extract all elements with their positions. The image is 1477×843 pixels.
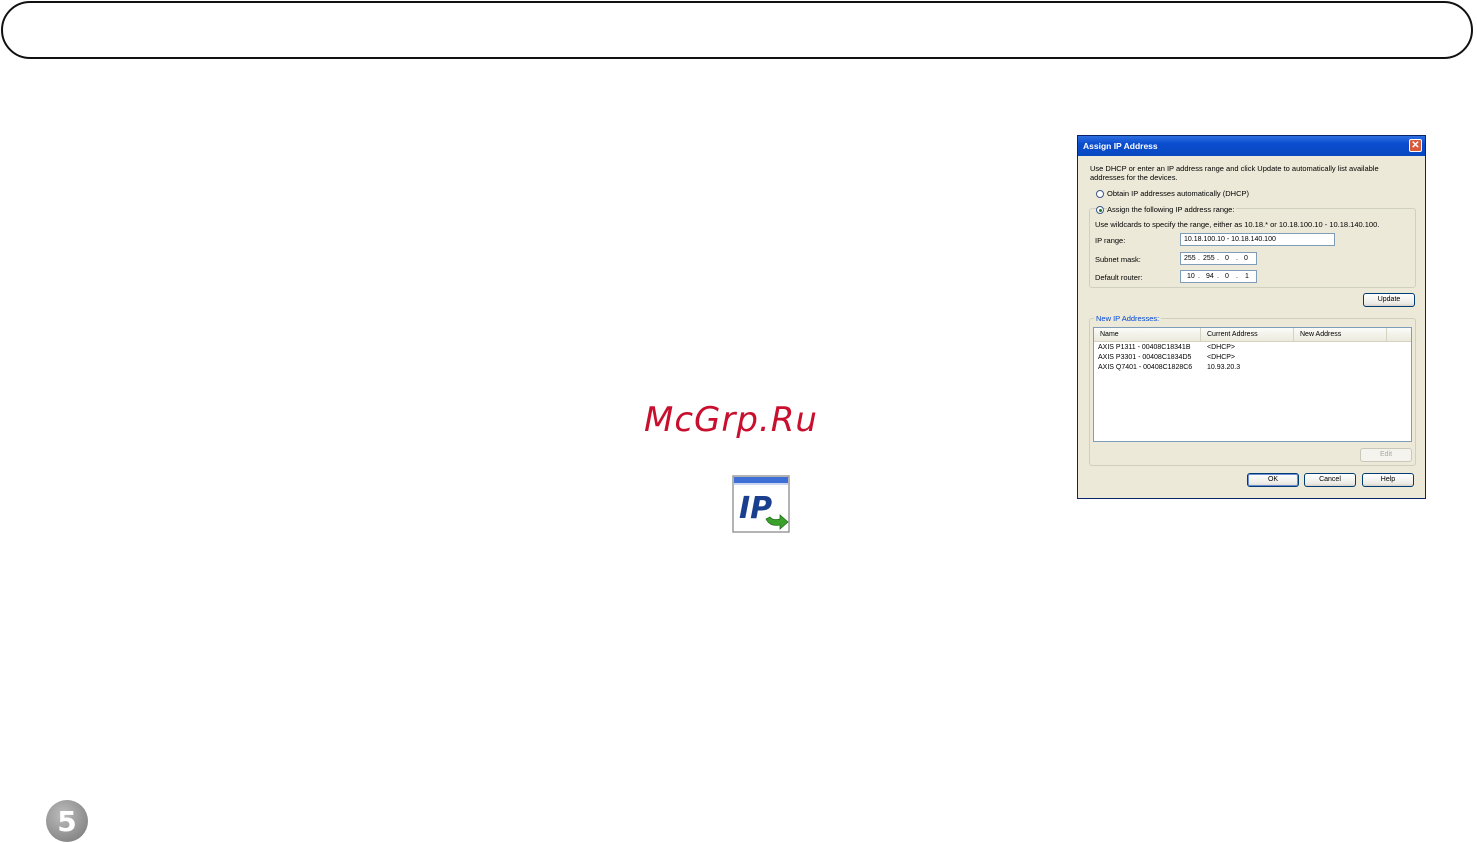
subnet-mask-label: Subnet mask: <box>1095 255 1141 264</box>
table-row[interactable]: AXIS Q7401 - 00408C1828C6 10.93.20.3 <box>1098 363 1398 373</box>
devices-list-header: Name Current Address New Address <box>1094 328 1411 342</box>
help-button[interactable]: Help <box>1362 473 1414 487</box>
column-current-address[interactable]: Current Address <box>1201 328 1294 341</box>
edit-button[interactable]: Edit <box>1360 448 1412 462</box>
radio-assign-range[interactable] <box>1096 206 1104 214</box>
dialog-titlebar[interactable]: Assign IP Address <box>1078 136 1425 156</box>
subnet-mask-input[interactable]: 255 . 255 . 0 . 0 <box>1180 252 1257 265</box>
watermark-text: McGrp.Ru <box>644 400 818 440</box>
radio-dhcp[interactable] <box>1096 190 1104 198</box>
cancel-button[interactable]: Cancel <box>1304 473 1356 487</box>
close-icon[interactable]: ✕ <box>1409 139 1422 152</box>
column-name[interactable]: Name <box>1094 328 1201 341</box>
ip-address-icon[interactable]: IP <box>732 475 790 533</box>
wildcards-hint: Use wildcards to specify the range, eith… <box>1095 220 1380 229</box>
dialog-title: Assign IP Address <box>1083 141 1158 151</box>
radio-dhcp-label[interactable]: Obtain IP addresses automatically (DHCP) <box>1107 189 1249 198</box>
table-row[interactable]: AXIS P3301 - 00408C1834D5 <DHCP> <box>1098 353 1398 363</box>
default-router-label: Default router: <box>1095 273 1143 282</box>
update-button[interactable]: Update <box>1363 293 1415 307</box>
table-row[interactable]: AXIS P1311 - 00408C18341B <DHCP> <box>1098 343 1398 353</box>
header-banner <box>1 1 1473 59</box>
assign-ip-dialog: Assign IP Address ✕ Use DHCP or enter an… <box>1077 135 1426 499</box>
ok-button[interactable]: OK <box>1247 473 1299 487</box>
ip-range-label: IP range: <box>1095 236 1126 245</box>
intro-text-line2: addresses for the devices. <box>1090 173 1178 182</box>
radio-assign-label[interactable]: Assign the following IP address range: <box>1107 205 1237 214</box>
column-new-address[interactable]: New Address <box>1294 328 1387 341</box>
intro-text-line1: Use DHCP or enter an IP address range an… <box>1090 164 1379 173</box>
default-router-input[interactable]: 10 . 94 . 0 . 1 <box>1180 270 1257 283</box>
page-number-badge: 5 <box>46 800 88 842</box>
devices-list[interactable]: Name Current Address New Address AXIS P1… <box>1093 327 1412 442</box>
ip-range-input[interactable]: 10.18.100.10 - 10.18.140.100 <box>1180 233 1335 246</box>
new-ip-group-label: New IP Addresses: <box>1094 314 1162 323</box>
